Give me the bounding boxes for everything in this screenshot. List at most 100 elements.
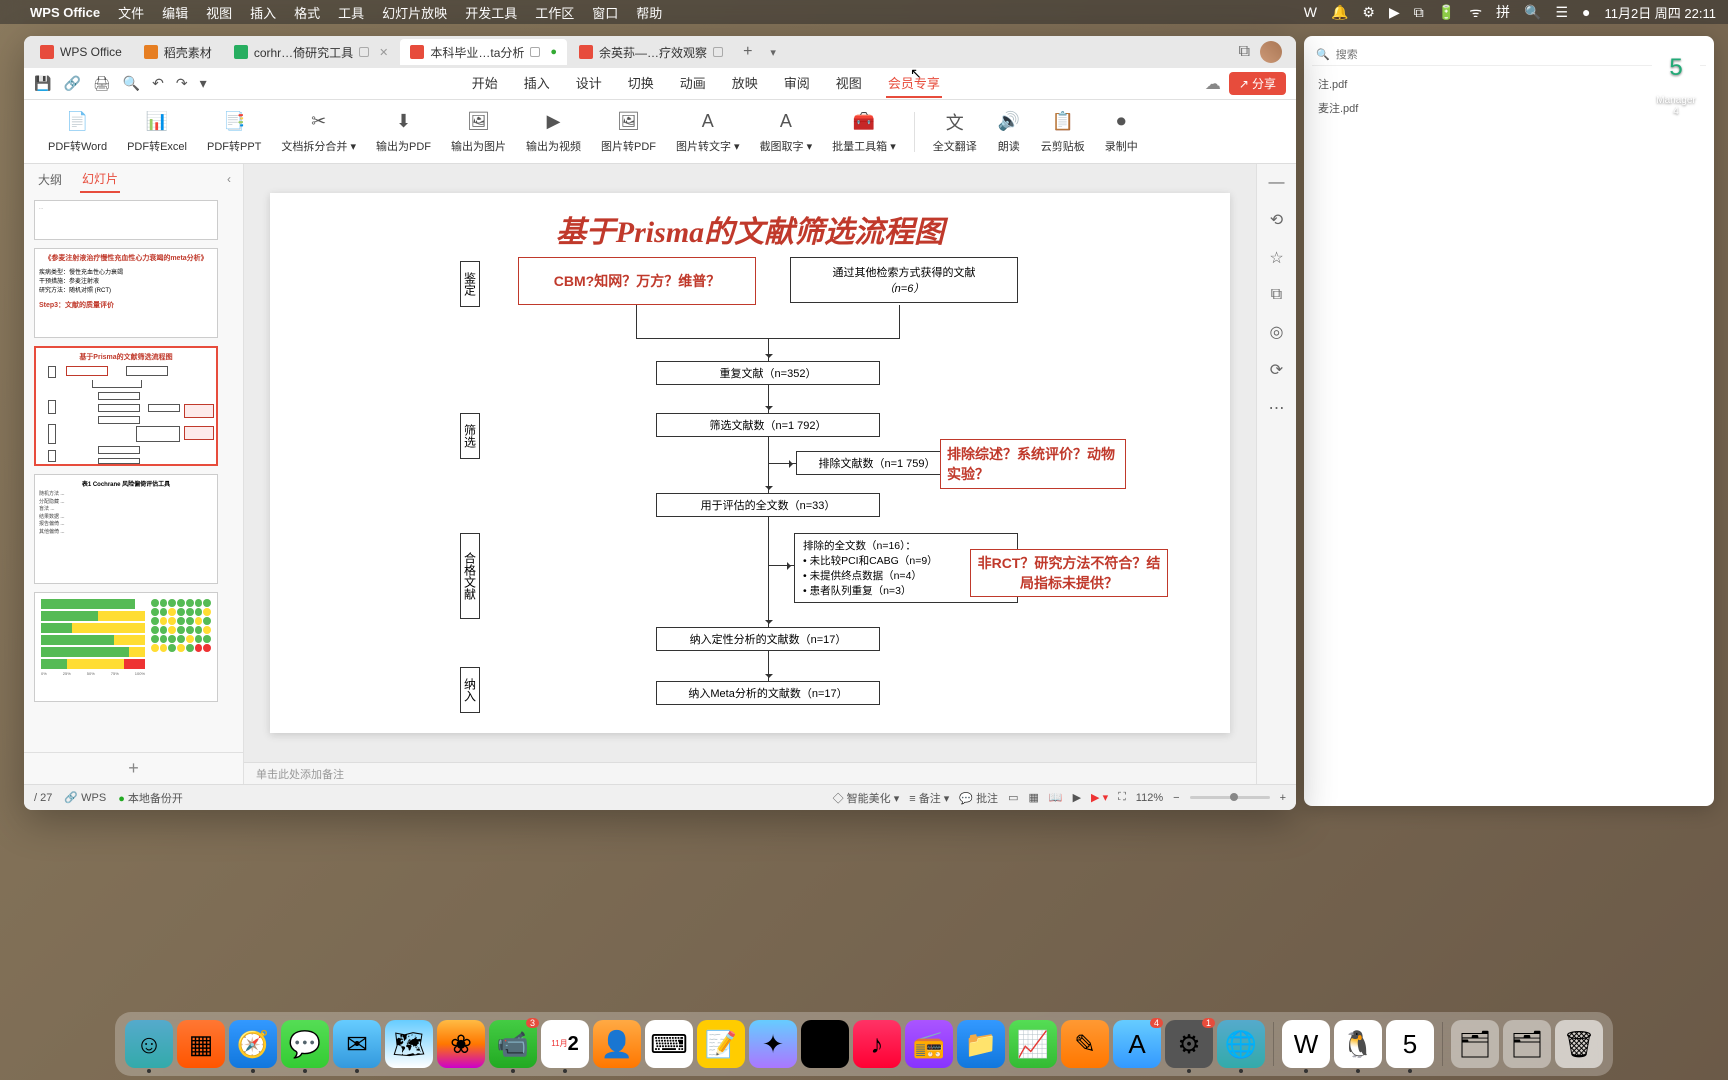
rside-collapse-icon[interactable]: — — [1269, 174, 1285, 192]
tab-dup-icon[interactable] — [530, 47, 540, 57]
tab-close-icon[interactable]: ● — [550, 46, 557, 58]
slide-thumbnails[interactable]: ... 《参麦注射液治疗慢性充血性心力衰竭的meta分析》 疾病类型：慢性充血性… — [24, 194, 243, 752]
dock-app[interactable]: A4 — [1113, 1020, 1161, 1068]
dock-app[interactable]: 📹3 — [489, 1020, 537, 1068]
page-indicator[interactable]: / 27 — [34, 792, 52, 804]
dock-app[interactable]: 📈 — [1009, 1020, 1057, 1068]
sp-tab-outline[interactable]: 大纲 — [36, 167, 64, 192]
comments-toggle[interactable]: 💬 批注 — [959, 790, 998, 806]
view-present-icon[interactable]: ▶ — [1073, 791, 1081, 804]
dock-app[interactable]: 💬 — [281, 1020, 329, 1068]
box-exclude-note[interactable]: 排除综述？系统评价？动物实验？ — [940, 439, 1126, 489]
rside-material-icon[interactable]: ◎ — [1270, 322, 1284, 342]
view-rec-icon[interactable]: ▶ ▾ — [1091, 791, 1108, 804]
backup-status[interactable]: ● 本地备份开 — [118, 790, 183, 806]
tab-home[interactable]: WPS Office — [30, 39, 132, 65]
thumb-slide[interactable]: 表1 Cochrane 风险偏倚评估工具 随机方法 ...分配隐藏 ...盲法 … — [34, 474, 218, 584]
rtab-transition[interactable]: 切换 — [626, 69, 656, 98]
collapse-panel-icon[interactable]: ‹ — [227, 172, 231, 186]
slide[interactable]: 基于Prisma的文献筛选流程图 鉴定 筛选 合格文献 纳入 CBM?知网？万方… — [270, 193, 1230, 733]
menu-slideshow[interactable]: 幻灯片放映 — [382, 3, 447, 22]
dock-app[interactable]: 🗂 — [1451, 1020, 1499, 1068]
zoom-out-button[interactable]: − — [1173, 792, 1179, 804]
dock-app[interactable]: ✦ — [749, 1020, 797, 1068]
dock-app[interactable]: 📝 — [697, 1020, 745, 1068]
dock-app[interactable]: 📻 — [905, 1020, 953, 1068]
ri-split-merge[interactable]: ✂文档拆分合并 ▾ — [273, 106, 364, 158]
ri-export-image[interactable]: 🖼输出为图片 — [443, 106, 514, 158]
menu-tools[interactable]: 工具 — [338, 3, 364, 22]
ri-screenshot-ocr[interactable]: A截图取字 ▾ — [752, 106, 821, 158]
ri-export-video[interactable]: ▶输出为视频 — [518, 106, 589, 158]
rside-history-icon[interactable]: ⟳ — [1270, 360, 1283, 380]
qa-link-icon[interactable]: 🔗 — [63, 75, 80, 92]
reading-mode-icon[interactable]: ⧉ — [1239, 43, 1250, 61]
qa-print-icon[interactable]: 🖨 — [93, 75, 111, 92]
status-battery-icon[interactable]: 🔋 — [1438, 4, 1455, 21]
desktop-app-icon[interactable]: 5 Manager4 — [1644, 44, 1708, 117]
menu-dev[interactable]: 开发工具 — [465, 3, 517, 22]
ri-translate[interactable]: 文全文翻译 — [925, 106, 985, 158]
view-reading-icon[interactable]: 📖 — [1049, 791, 1063, 804]
qa-more-icon[interactable]: ▾ — [200, 75, 207, 92]
rtab-review[interactable]: 审阅 — [782, 69, 812, 98]
status-bluetooth-icon[interactable]: ⚙ — [1362, 4, 1375, 21]
dock-app[interactable]: ♪ — [853, 1020, 901, 1068]
dock-app[interactable]: 🐧 — [1334, 1020, 1382, 1068]
dock-app[interactable]: ☺ — [125, 1020, 173, 1068]
notes-toggle[interactable]: ≡ 备注 ▾ — [909, 790, 949, 806]
rtab-vip[interactable]: 会员专享 — [886, 69, 942, 98]
dock-app[interactable]: 🌐 — [1217, 1020, 1265, 1068]
cloud-icon[interactable]: ☁ — [1205, 74, 1221, 94]
tab-doc-1[interactable]: corhr…倚研究工具✕ — [224, 39, 399, 65]
wps-status[interactable]: 🔗 WPS — [64, 791, 106, 804]
status-play-icon[interactable]: ▶ — [1389, 4, 1400, 21]
dock-app[interactable]: 5 — [1386, 1020, 1434, 1068]
rside-star-icon[interactable]: ☆ — [1269, 248, 1283, 268]
ri-pdf2excel[interactable]: 📊PDF转Excel — [119, 106, 195, 158]
ri-img2pdf[interactable]: 🖼图片转PDF — [593, 106, 664, 158]
view-normal-icon[interactable]: ▭ — [1008, 791, 1018, 804]
menu-workspace[interactable]: 工作区 — [535, 3, 574, 22]
qa-redo-icon[interactable]: ↷ — [176, 75, 188, 92]
user-avatar[interactable] — [1260, 41, 1282, 63]
rtab-slideshow[interactable]: 放映 — [730, 69, 760, 98]
tab-dup-icon[interactable] — [359, 47, 369, 57]
box-exclude-note-2[interactable]: 非RCT？研究方法不符合？结局指标未提供？ — [970, 549, 1168, 597]
menu-help[interactable]: 帮助 — [636, 3, 662, 22]
menu-insert[interactable]: 插入 — [250, 3, 276, 22]
slide-title[interactable]: 基于Prisma的文献筛选流程图 — [270, 207, 1230, 251]
ri-export-pdf[interactable]: ⬇输出为PDF — [368, 106, 439, 158]
ri-pdf2ppt[interactable]: 📑PDF转PPT — [199, 106, 269, 158]
zoom-slider[interactable] — [1190, 796, 1270, 799]
tab-add-button[interactable]: + — [735, 43, 760, 61]
slide-canvas[interactable]: 基于Prisma的文献筛选流程图 鉴定 筛选 合格文献 纳入 CBM?知网？万方… — [244, 164, 1256, 762]
tab-close-icon[interactable]: ✕ — [379, 46, 388, 59]
sp-tab-slides[interactable]: 幻灯片 — [80, 166, 120, 193]
dock-app[interactable]: ⌨ — [645, 1020, 693, 1068]
ri-ocr-image[interactable]: A图片转文字 ▾ — [668, 106, 748, 158]
menu-file[interactable]: 文件 — [118, 3, 144, 22]
share-button[interactable]: ↗ 分享 — [1229, 72, 1286, 95]
box-sources-question[interactable]: CBM?知网？万方？维普？ — [518, 257, 756, 305]
rside-tune-icon[interactable]: ⟲ — [1270, 210, 1283, 230]
tab-menu-button[interactable]: ▾ — [762, 46, 784, 59]
zoom-in-button[interactable]: + — [1280, 792, 1286, 804]
dock-app[interactable]: ⚙1 — [1165, 1020, 1213, 1068]
dock-app[interactable]: 11月2 — [541, 1020, 589, 1068]
fit-icon[interactable]: ⛶ — [1118, 791, 1126, 804]
dock-app[interactable]: W — [1282, 1020, 1330, 1068]
ri-pdf2word[interactable]: 📄PDF转Word — [40, 106, 115, 158]
menubar-datetime[interactable]: 11月2日 周四 22:11 — [1604, 3, 1716, 22]
dock-app[interactable]: ▦ — [177, 1020, 225, 1068]
dock-app[interactable]: tv — [801, 1020, 849, 1068]
dock-app[interactable]: 📁 — [957, 1020, 1005, 1068]
add-slide-button[interactable]: + — [24, 752, 243, 784]
thumb-slide[interactable]: 《参麦注射液治疗慢性充血性心力衰竭的meta分析》 疾病类型：慢性充血性心力衰竭… — [34, 248, 218, 338]
dock-app[interactable]: 🗂 — [1503, 1020, 1551, 1068]
dock-app[interactable]: ✎ — [1061, 1020, 1109, 1068]
ri-recording[interactable]: ⏺录制中 — [1097, 106, 1146, 158]
rtab-design[interactable]: 设计 — [574, 69, 604, 98]
rside-template-icon[interactable]: ⧉ — [1271, 286, 1282, 304]
tab-doc-3[interactable]: 余英荪—…疗效观察 — [569, 39, 733, 65]
